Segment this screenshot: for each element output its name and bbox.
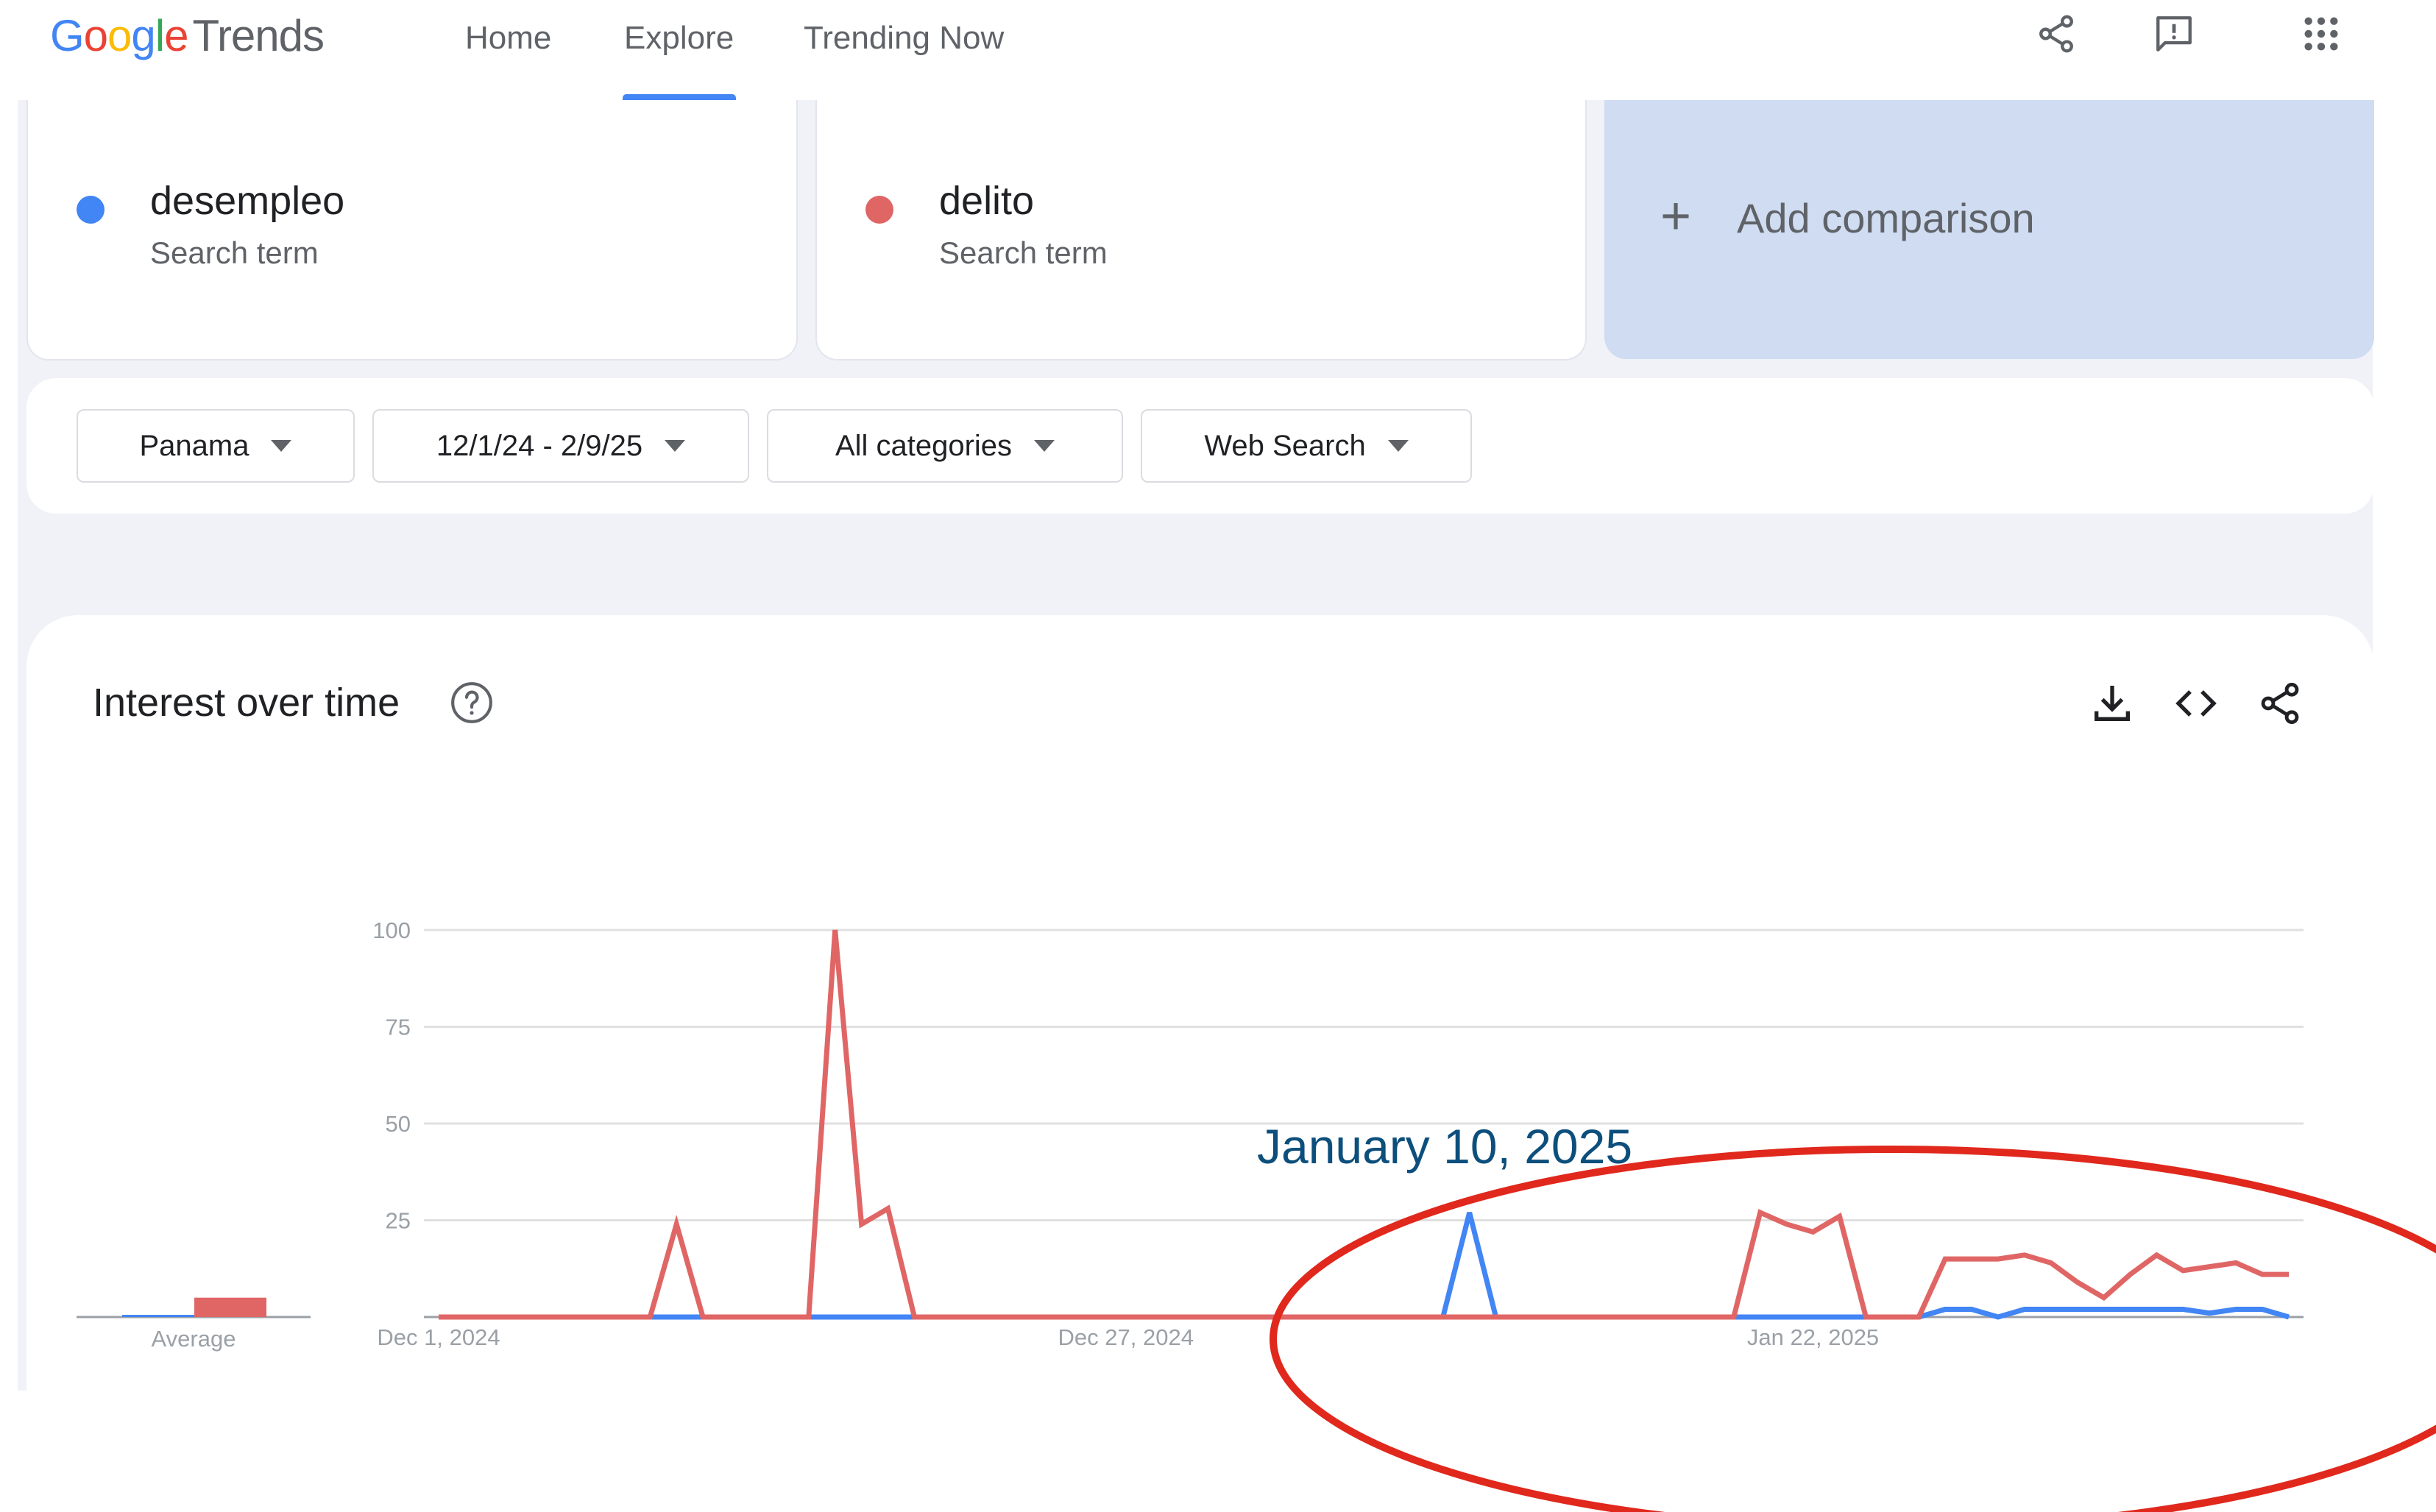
- series-line-desempleo: [439, 1212, 2290, 1320]
- interest-over-time-chart: 100 75 50 25 Dec 1, 2024 Dec 27, 2024 Jan 22, …: [77, 918, 2436, 1512]
- x-tick-label: Jan 22, 2025: [1747, 1324, 1879, 1350]
- y-tick-label: 75: [386, 1015, 411, 1040]
- annotation-label: January 10, 2025: [1257, 1119, 1632, 1174]
- x-tick-label: Dec 1, 2024: [377, 1324, 500, 1350]
- y-tick-label: 25: [386, 1208, 411, 1234]
- y-tick-label: 50: [386, 1111, 411, 1137]
- x-tick-label: Dec 27, 2024: [1058, 1324, 1194, 1350]
- average-bar-desempleo: [122, 1315, 194, 1317]
- y-tick-label: 100: [372, 918, 411, 943]
- average-label: Average: [152, 1326, 236, 1352]
- average-bar-delito: [194, 1297, 266, 1317]
